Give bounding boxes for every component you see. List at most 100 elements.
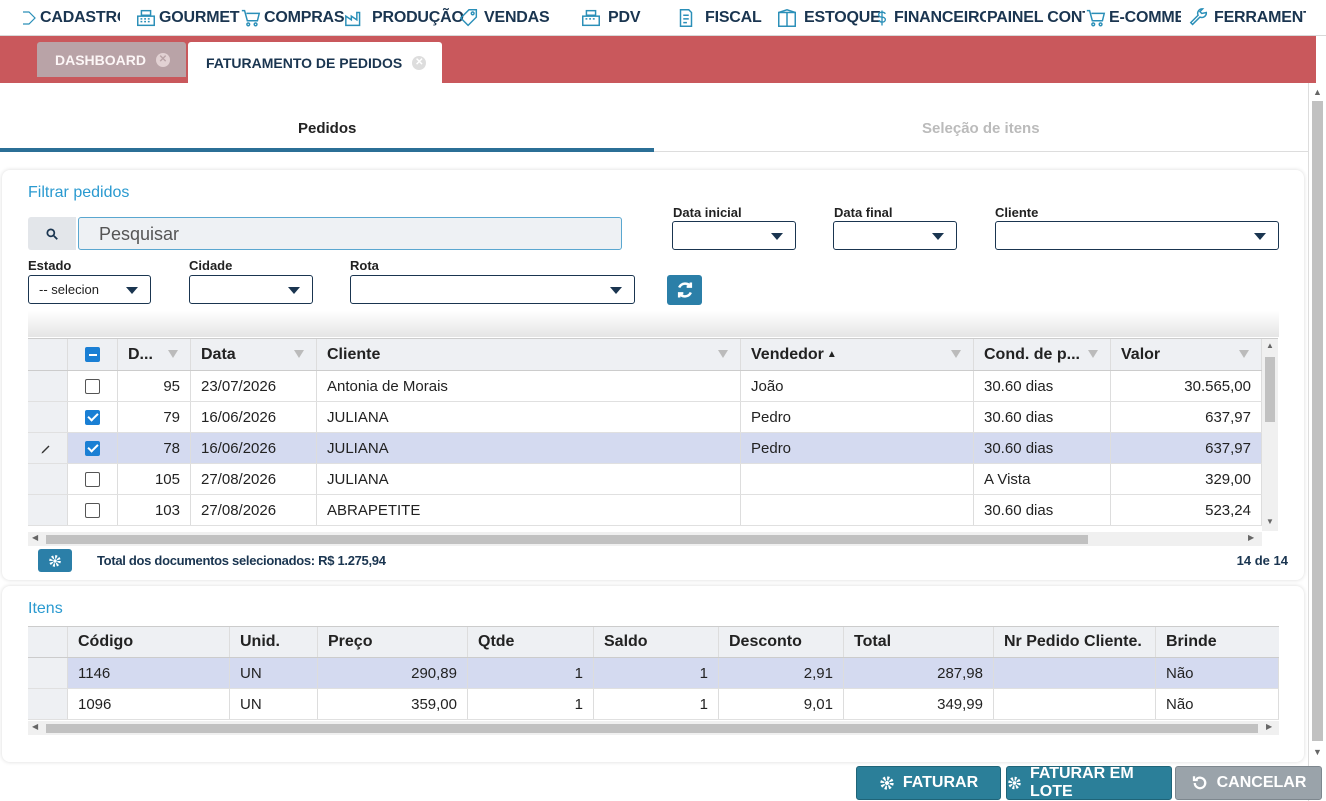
col-desconto[interactable]: Desconto xyxy=(719,627,844,657)
items-hscrollbar[interactable]: ◀ ▶ xyxy=(28,721,1279,735)
col-valor[interactable]: Valor xyxy=(1111,339,1262,370)
row-selector[interactable] xyxy=(28,464,68,494)
close-icon[interactable]: ✕ xyxy=(412,55,427,70)
saldo-cell: 1 xyxy=(594,689,719,719)
tab-dashboard[interactable]: DASHBOARD ✕ xyxy=(37,42,186,77)
filter-icon[interactable] xyxy=(1239,350,1249,358)
order-row[interactable]: 105 27/08/2026 JULIANA A Vista 329,00 xyxy=(28,464,1262,495)
row-selector[interactable] xyxy=(28,433,68,463)
col-label: Unid. xyxy=(240,633,280,650)
data-inicial-select[interactable] xyxy=(672,221,796,250)
col-unid[interactable]: Unid. xyxy=(230,627,318,657)
nav-fiscal[interactable]: FISCAL xyxy=(675,0,762,35)
select-all-checkbox[interactable] xyxy=(68,339,118,370)
checkbox-icon xyxy=(85,440,100,456)
nav-producao[interactable]: PRODUÇÃO xyxy=(340,0,464,35)
scroll-up-icon[interactable]: ▲ xyxy=(1266,341,1274,350)
scroll-down-icon[interactable]: ▼ xyxy=(1313,747,1322,757)
faturar-button[interactable]: FATURAR xyxy=(856,766,1001,800)
rota-select[interactable] xyxy=(350,275,635,304)
search-input[interactable]: Pesquisar xyxy=(78,217,622,250)
scroll-down-icon[interactable]: ▼ xyxy=(1266,517,1274,526)
scroll-thumb[interactable] xyxy=(1312,101,1323,741)
total-cell: 287,98 xyxy=(844,658,994,688)
col-cond-pagamento[interactable]: Cond. de p... xyxy=(974,339,1111,370)
row-selector[interactable] xyxy=(28,402,68,432)
filter-icon[interactable] xyxy=(951,350,961,358)
filter-title: Filtrar pedidos xyxy=(28,184,130,201)
data-cell: 27/08/2026 xyxy=(191,464,317,494)
nav-vendas[interactable]: VENDAS xyxy=(456,0,550,35)
nav-gourmet[interactable]: GOURMET xyxy=(135,0,240,35)
col-brinde[interactable]: Brinde xyxy=(1156,627,1279,657)
factory-icon xyxy=(345,11,361,27)
scroll-thumb[interactable] xyxy=(1265,357,1275,422)
scroll-up-icon[interactable]: ▲ xyxy=(1313,87,1322,97)
row-checkbox[interactable] xyxy=(68,464,118,494)
step-pedidos[interactable]: Pedidos xyxy=(298,120,356,137)
search-button[interactable] xyxy=(28,217,76,250)
col-data[interactable]: Data xyxy=(191,339,317,370)
col-vendedor[interactable]: Vendedor ▲ xyxy=(741,339,974,370)
item-row[interactable]: 1096 UN 359,00 1 1 9,01 349,99 Não xyxy=(28,689,1279,720)
grid-hscrollbar[interactable]: ◀ ▶ xyxy=(28,532,1262,546)
scroll-thumb[interactable] xyxy=(46,535,1088,544)
nav-pdv[interactable]: PDV xyxy=(580,0,641,35)
order-row[interactable]: 95 23/07/2026 Antonia de Morais João 30.60 d… xyxy=(28,371,1262,402)
row-checkbox[interactable] xyxy=(68,495,118,525)
col-saldo[interactable]: Saldo xyxy=(594,627,719,657)
col-cliente[interactable]: Cliente xyxy=(317,339,741,370)
scroll-right-icon[interactable]: ▶ xyxy=(1266,722,1272,731)
col-codigo[interactable]: Código xyxy=(68,627,230,657)
filter-icon[interactable] xyxy=(294,350,304,358)
selected-total: Total dos documentos selecionados: R$ 1.… xyxy=(97,553,386,568)
scroll-thumb[interactable] xyxy=(46,724,1258,733)
order-row[interactable]: 79 16/06/2026 JULIANA Pedro 30.60 dias 637,97 xyxy=(28,402,1262,433)
nav-compras[interactable]: COMPRAS xyxy=(240,0,345,35)
nav-cadastros[interactable]: CADASTROS xyxy=(20,0,120,35)
filter-icon[interactable] xyxy=(1088,350,1098,358)
row-checkbox[interactable] xyxy=(68,433,118,463)
grid-settings-button[interactable] xyxy=(38,549,72,572)
nav-painel-contabil[interactable]: PAINEL CONTÁBIL xyxy=(987,0,1085,35)
row-selector[interactable] xyxy=(28,658,68,688)
scroll-left-icon[interactable]: ◀ xyxy=(32,722,38,731)
cidade-select[interactable] xyxy=(189,275,313,304)
grid-scrollbar[interactable]: ▲ ▼ xyxy=(1262,339,1278,531)
nav-ecommerce[interactable]: E-COMMERCE xyxy=(1085,0,1181,35)
row-selector-header xyxy=(28,339,68,370)
item-row[interactable]: 1146 UN 290,89 1 1 2,91 287,98 Não xyxy=(28,658,1279,689)
row-selector[interactable] xyxy=(28,495,68,525)
filter-icon[interactable] xyxy=(168,350,178,358)
col-qtde[interactable]: Qtde xyxy=(468,627,594,657)
step-selecao-itens[interactable]: Seleção de itens xyxy=(922,120,1040,137)
scroll-left-icon[interactable]: ◀ xyxy=(32,533,38,542)
col-documento[interactable]: D... xyxy=(118,339,191,370)
data-cell: 16/06/2026 xyxy=(191,433,317,463)
estado-select[interactable]: -- selecion xyxy=(28,275,151,304)
col-nr-pedido[interactable]: Nr Pedido Cliente. xyxy=(994,627,1156,657)
faturar-em-lote-button[interactable]: FATURAR EM LOTE xyxy=(1006,765,1172,800)
close-icon[interactable]: ✕ xyxy=(156,52,170,67)
row-selector[interactable] xyxy=(28,689,68,719)
filter-icon[interactable] xyxy=(718,350,728,358)
nav-ferramentas[interactable]: FERRAMENTAS xyxy=(1186,0,1306,35)
nav-financeiro[interactable]: FINANCEIRO xyxy=(872,0,986,35)
order-row[interactable]: 78 16/06/2026 JULIANA Pedro 30.60 dias 637,97 xyxy=(28,433,1262,464)
row-checkbox[interactable] xyxy=(68,402,118,432)
page-scrollbar[interactable]: ▲ ▼ xyxy=(1308,83,1326,801)
row-selector[interactable] xyxy=(28,371,68,401)
cancelar-button[interactable]: CANCELAR xyxy=(1175,766,1322,800)
col-preco[interactable]: Preço xyxy=(318,627,468,657)
tab-faturamento[interactable]: FATURAMENTO DE PEDIDOS ✕ xyxy=(188,42,442,83)
row-checkbox[interactable] xyxy=(68,371,118,401)
document-icon xyxy=(679,9,693,27)
scroll-right-icon[interactable]: ▶ xyxy=(1248,533,1254,542)
chevron-down-icon xyxy=(126,287,138,294)
col-total[interactable]: Total xyxy=(844,627,994,657)
cliente-select[interactable] xyxy=(995,221,1279,250)
order-row[interactable]: 103 27/08/2026 ABRAPETITE 30.60 dias 523,24 xyxy=(28,495,1262,526)
nav-estoque[interactable]: ESTOQUE xyxy=(776,0,881,35)
data-final-select[interactable] xyxy=(833,221,957,250)
refresh-button[interactable] xyxy=(667,275,702,305)
